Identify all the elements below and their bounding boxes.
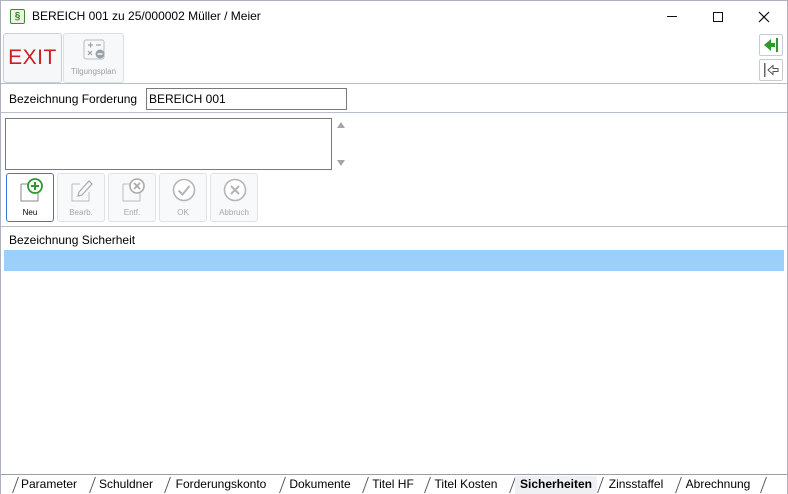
list-divider — [1, 226, 787, 227]
tab-titel-hf[interactable]: Titel HF — [368, 476, 418, 494]
forderung-label: Bezeichnung Forderung — [9, 92, 138, 106]
close-button[interactable] — [741, 1, 787, 32]
abbruch-label: Abbruch — [219, 208, 249, 217]
ok-label: OK — [177, 208, 189, 217]
abbruch-button[interactable]: Abbruch — [210, 173, 258, 222]
tilgungsplan-label: Tilgungsplan — [70, 67, 117, 76]
sicherheit-column-header[interactable]: Bezeichnung Sicherheit — [9, 233, 135, 247]
forderung-row: Bezeichnung Forderung — [1, 85, 787, 113]
tab-zinsstaffel[interactable]: Zinsstaffel — [603, 476, 669, 494]
maximize-icon — [713, 11, 723, 22]
bearbeiten-label: Bearb. — [69, 208, 93, 217]
tab-divider — [760, 477, 767, 493]
entfernen-button[interactable]: Entf. — [108, 173, 156, 222]
forderung-input[interactable] — [146, 88, 347, 110]
tab-dokumente[interactable]: Dokumente — [285, 476, 355, 494]
arrow-left-outline-icon — [764, 63, 779, 77]
neu-button[interactable]: Neu — [6, 173, 54, 222]
application-window: § BEREICH 001 zu 25/000002 Müller / Meie… — [0, 0, 788, 494]
tilgungsplan-button[interactable]: Tilgungsplan — [63, 33, 124, 83]
tab-titel-kosten[interactable]: Titel Kosten — [430, 476, 502, 494]
minimize-button[interactable] — [649, 1, 695, 32]
tab-sicherheiten[interactable]: Sicherheiten — [515, 476, 597, 494]
memo-textarea[interactable] — [5, 118, 332, 170]
nav-back-button[interactable] — [759, 59, 783, 81]
neu-label: Neu — [22, 208, 38, 217]
bearbeiten-button[interactable]: Bearb. — [57, 173, 105, 222]
tab-parameter[interactable]: Parameter — [17, 476, 81, 494]
tab-forderungskonto[interactable]: Forderungskonto — [170, 476, 272, 494]
title-bar: § BEREICH 001 zu 25/000002 Müller / Meie… — [1, 1, 787, 32]
tab-bar: Parameter Schuldner Forderungskonto Doku… — [1, 474, 787, 494]
scroll-up-icon[interactable] — [337, 122, 345, 128]
app-icon: § — [10, 9, 25, 24]
minimize-icon — [667, 16, 677, 17]
edit-pencil-icon — [71, 180, 93, 202]
delete-document-icon — [122, 178, 145, 202]
arrow-left-bar-icon — [764, 38, 778, 52]
window-title: BEREICH 001 zu 25/000002 Müller / Meier — [32, 9, 261, 23]
memo-scrollbar[interactable] — [333, 118, 349, 170]
toolbar: EXIT Tilgungsplan — [1, 32, 787, 84]
tab-schuldner[interactable]: Schuldner — [95, 476, 157, 494]
nav-first-button[interactable] — [759, 34, 783, 56]
ok-button[interactable]: OK — [159, 173, 207, 222]
new-document-icon — [20, 178, 43, 202]
calculator-icon — [83, 39, 105, 60]
entfernen-label: Entf. — [123, 208, 141, 217]
cancel-circle-icon — [223, 178, 247, 202]
tab-abrechnung[interactable]: Abrechnung — [681, 476, 755, 494]
scroll-down-icon[interactable] — [337, 160, 345, 166]
close-icon — [758, 11, 770, 22]
exit-button[interactable]: EXIT — [3, 33, 62, 83]
maximize-button[interactable] — [695, 1, 741, 32]
table-row[interactable] — [4, 250, 784, 271]
check-circle-icon — [172, 178, 196, 202]
